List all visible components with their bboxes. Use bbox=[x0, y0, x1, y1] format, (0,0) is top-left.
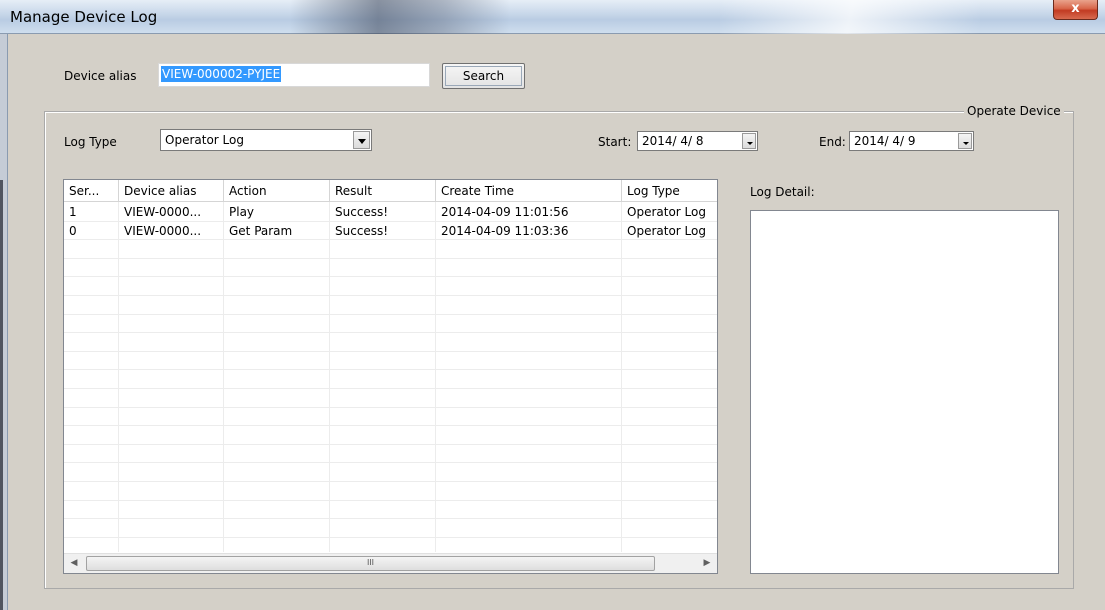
log-type-dropdown-icon[interactable] bbox=[353, 131, 370, 149]
log-type-select[interactable]: Operator Log bbox=[160, 129, 372, 151]
cell-device-alias: VIEW-0000... bbox=[124, 223, 202, 238]
device-alias-label: Device alias bbox=[64, 69, 137, 83]
end-date-dropdown-icon[interactable] bbox=[958, 133, 972, 149]
column-header-log-type[interactable]: Log Type bbox=[622, 180, 717, 202]
empty-row bbox=[64, 277, 717, 296]
end-label: End: bbox=[819, 135, 846, 149]
end-date-picker[interactable]: 2014/ 4/ 9 bbox=[849, 131, 974, 151]
start-label: Start: bbox=[598, 135, 632, 149]
empty-row bbox=[64, 445, 717, 464]
column-header-action[interactable]: Action bbox=[224, 180, 330, 202]
title-bar-highlight bbox=[720, 0, 980, 34]
scroll-thumb[interactable]: III bbox=[86, 556, 655, 571]
device-alias-value: VIEW-000002-PYJEE bbox=[161, 66, 282, 82]
table-header: Ser... Device alias Action Result Create… bbox=[64, 180, 717, 202]
window-left-shadow bbox=[0, 180, 3, 610]
operate-device-group-title: Operate Device bbox=[964, 104, 1064, 118]
log-type-label: Log Type bbox=[64, 135, 117, 149]
manage-device-log-window: Manage Device Log x Device alias VIEW-00… bbox=[0, 0, 1105, 610]
empty-row bbox=[64, 352, 717, 371]
title-bar-shade bbox=[290, 0, 510, 34]
table-body: 1 VIEW-0000... Play Success! 2014-04-09 … bbox=[64, 203, 717, 557]
cell-action: Get Param bbox=[229, 223, 293, 238]
empty-row bbox=[64, 259, 717, 278]
log-table[interactable]: Ser... Device alias Action Result Create… bbox=[63, 179, 718, 574]
empty-row bbox=[64, 389, 717, 408]
cell-log-type: Operator Log bbox=[627, 223, 706, 238]
column-header-result[interactable]: Result bbox=[330, 180, 436, 202]
log-detail-label: Log Detail: bbox=[750, 185, 815, 199]
empty-row bbox=[64, 315, 717, 334]
column-header-create-time[interactable]: Create Time bbox=[436, 180, 622, 202]
cell-result: Success! bbox=[335, 205, 389, 219]
empty-row bbox=[64, 519, 717, 538]
empty-row bbox=[64, 426, 717, 445]
start-date-dropdown-icon[interactable] bbox=[742, 133, 756, 149]
cell-create-time: 2014-04-09 11:01:56 bbox=[441, 205, 569, 219]
start-date-value: 2014/ 4/ 8 bbox=[642, 134, 704, 148]
cell-create-time: 2014-04-09 11:03:36 bbox=[441, 223, 569, 238]
close-icon: x bbox=[1071, 1, 1080, 16]
cell-log-type: Operator Log bbox=[627, 205, 706, 219]
empty-row bbox=[64, 408, 717, 427]
scroll-right-icon[interactable]: ▶ bbox=[697, 554, 717, 573]
cell-device-alias: VIEW-0000... bbox=[124, 205, 202, 219]
table-row[interactable]: 0 VIEW-0000... Get Param Success! 2014-0… bbox=[64, 222, 717, 241]
empty-row bbox=[64, 463, 717, 482]
column-header-serial[interactable]: Ser... bbox=[64, 180, 119, 202]
cell-serial: 1 bbox=[69, 205, 77, 219]
scroll-thumb-grip-icon: III bbox=[366, 558, 375, 567]
log-type-selected: Operator Log bbox=[165, 133, 244, 147]
start-date-picker[interactable]: 2014/ 4/ 8 bbox=[637, 131, 758, 151]
table-row[interactable]: 1 VIEW-0000... Play Success! 2014-04-09 … bbox=[64, 203, 717, 222]
empty-row bbox=[64, 370, 717, 389]
title-bar[interactable]: Manage Device Log x bbox=[0, 0, 1105, 34]
scroll-left-icon[interactable]: ◀ bbox=[64, 554, 84, 573]
device-alias-input[interactable]: VIEW-000002-PYJEE bbox=[158, 63, 430, 87]
horizontal-scrollbar[interactable]: ◀ III ▶ bbox=[64, 553, 717, 573]
column-header-device-alias[interactable]: Device alias bbox=[119, 180, 224, 202]
close-button[interactable]: x bbox=[1053, 0, 1098, 20]
search-button-label: Search bbox=[462, 69, 505, 83]
empty-row bbox=[64, 296, 717, 315]
window-title: Manage Device Log bbox=[10, 8, 158, 26]
cell-result: Success! bbox=[335, 223, 389, 238]
search-button[interactable]: Search bbox=[442, 63, 525, 89]
cell-serial: 0 bbox=[69, 223, 77, 238]
end-date-value: 2014/ 4/ 9 bbox=[854, 134, 916, 148]
cell-action: Play bbox=[229, 205, 255, 219]
empty-row bbox=[64, 501, 717, 520]
empty-row bbox=[64, 333, 717, 352]
log-detail-textarea[interactable] bbox=[750, 210, 1059, 574]
empty-row bbox=[64, 240, 717, 259]
empty-row bbox=[64, 482, 717, 501]
